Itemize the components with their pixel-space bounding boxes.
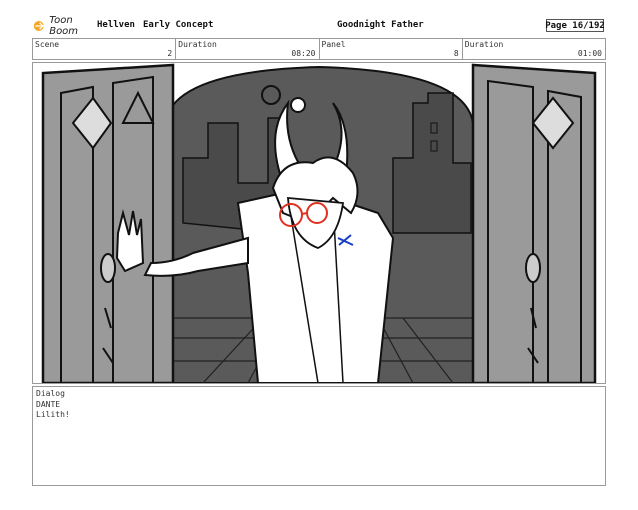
dialog-label: Dialog — [36, 389, 65, 398]
dialog-line: Lilith! — [36, 410, 70, 419]
episode-title: Goodnight Father — [337, 20, 424, 30]
scene-duration-cell: Duration 08:20 — [176, 39, 320, 59]
logo-text: Toon Boom — [49, 15, 79, 37]
panel-info-row: Scene 2 Duration 08:20 Panel 8 Duration … — [32, 38, 606, 60]
storyboard-panel-image — [32, 62, 606, 384]
panel-value: 8 — [453, 49, 459, 58]
page-number: 16/192 — [572, 20, 605, 31]
panel-sketch — [33, 63, 605, 383]
project-name: Hellven — [97, 20, 135, 30]
scene-label: Scene — [35, 40, 60, 49]
dialog-box: Dialog DANTE Lilith! — [32, 386, 606, 486]
scene-duration-label: Duration — [178, 40, 217, 49]
panel-label: Panel — [321, 40, 346, 49]
panel-duration-label: Duration — [464, 40, 504, 49]
panel-duration-value: 01:00 — [577, 49, 602, 58]
panel-duration-cell: Duration 01:00 — [463, 39, 605, 59]
toon-boom-logo: Toon Boom — [33, 15, 95, 37]
scene-duration-value: 08:20 — [291, 49, 316, 58]
project-title: Hellven Early Concept — [97, 20, 221, 30]
dialog-character: DANTE — [36, 399, 61, 409]
project-subtitle: Early Concept — [142, 20, 214, 30]
panel-cell: Panel 8 — [320, 39, 463, 59]
scene-value: 2 — [167, 49, 173, 58]
page-indicator: Page 16/192 — [545, 19, 605, 32]
scene-cell: Scene 2 — [33, 39, 177, 59]
toon-boom-logo-icon — [33, 21, 44, 31]
page-label: Page — [545, 20, 567, 31]
